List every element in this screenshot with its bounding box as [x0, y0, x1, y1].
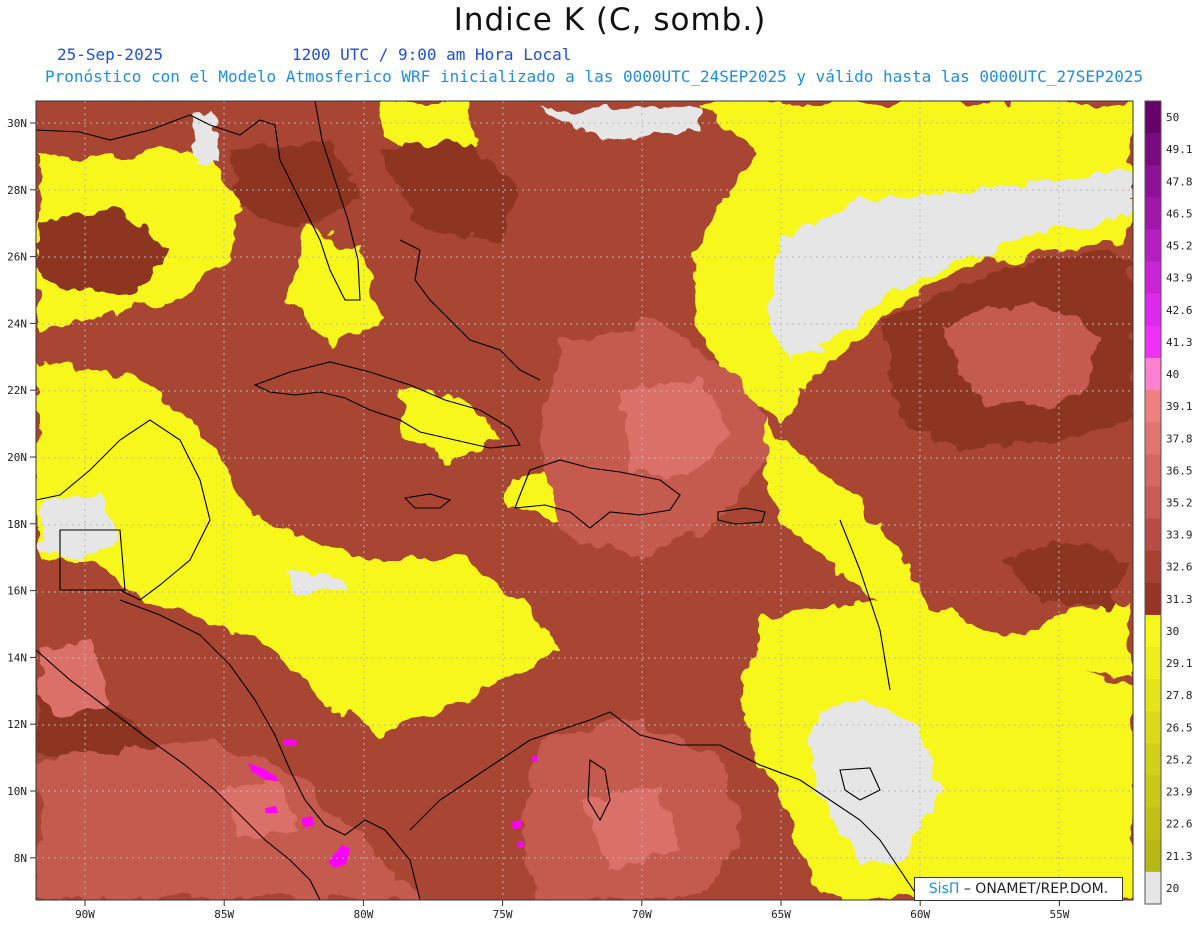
colorbar-label: 49.1	[1166, 143, 1193, 156]
colorbar-label: 45.2	[1166, 240, 1193, 253]
lon-tick-label: 60W	[910, 908, 930, 921]
colorbar-label: 47.8	[1166, 175, 1193, 188]
colorbar-segment	[1145, 133, 1161, 166]
credit-box: SisΠ – ONAMET/REP.DOM.	[914, 877, 1123, 901]
colorbar-label: 25.2	[1166, 753, 1193, 766]
lat-tick-label: 14N	[7, 651, 27, 664]
magenta-spot-7	[518, 841, 524, 847]
colorbar-segment	[1145, 357, 1161, 391]
lat-tick-label: 30N	[7, 117, 27, 130]
colorbar-segment	[1145, 229, 1161, 263]
colorbar-segment	[1145, 582, 1161, 616]
colorbar-label: 46.5	[1166, 207, 1193, 220]
lat-tick-label: 28N	[7, 184, 27, 197]
lon-tick-label: 75W	[493, 908, 513, 921]
colorbar-label: 43.9	[1166, 272, 1193, 285]
colorbar-label: 33.9	[1166, 529, 1193, 542]
lat-tick-label: 20N	[7, 451, 27, 464]
colorbar-segment	[1145, 454, 1161, 487]
lon-tick-label: 80W	[353, 908, 373, 921]
lon-tick-label: 55W	[1049, 908, 1069, 921]
colorbar-segment	[1145, 839, 1161, 873]
colorbar-segment	[1145, 518, 1161, 552]
colorbar-label: 37.8	[1166, 432, 1193, 445]
colorbar-segment	[1145, 807, 1161, 841]
colorbar-label: 35.2	[1166, 497, 1193, 510]
colorbar-label: 32.6	[1166, 561, 1193, 574]
magenta-spot-2	[283, 739, 297, 746]
lon-tick-label: 65W	[771, 908, 791, 921]
credit-text: – ONAMET/REP.DOM.	[963, 881, 1109, 897]
colorbar-label: 26.5	[1166, 721, 1193, 734]
colorbar-label: 23.9	[1166, 786, 1193, 799]
magenta-spot-4	[302, 816, 314, 827]
colorbar-segment	[1145, 743, 1161, 777]
lon-axis: 90W 85W 80W 75W 70W 65W 60W 55W	[75, 900, 1070, 921]
colorbar-segment	[1145, 101, 1161, 134]
colorbar-segment	[1145, 325, 1161, 359]
lat-axis: 30N 28N 26N 24N 22N 20N 18N 16N 14N 12N 10N 8N	[7, 117, 36, 865]
colorbar-label: 42.6	[1166, 304, 1193, 317]
colorbar-segment	[1145, 293, 1161, 327]
lat-tick-label: 12N	[7, 718, 27, 731]
lat-tick-label: 26N	[7, 251, 27, 264]
colorbar-segment	[1145, 390, 1161, 423]
colorbar-segment	[1145, 197, 1161, 230]
colorbar: 50 49.1 47.8 46.5 45.2 43.9 42.6 41.3 40 39.1 37.8…	[1144, 100, 1193, 905]
lat-tick-label: 18N	[7, 518, 27, 531]
lon-tick-label: 85W	[214, 908, 234, 921]
colorbar-label: 30	[1166, 625, 1179, 638]
colorbar-segment	[1145, 679, 1161, 712]
colorbar-label: 29.1	[1166, 657, 1193, 670]
lat-tick-label: 10N	[7, 785, 27, 798]
colorbar-label: 50	[1166, 111, 1179, 124]
missing-region-gulf-nw	[190, 110, 220, 165]
lon-tick-label: 70W	[632, 908, 652, 921]
colorbar-label: 31.3	[1166, 593, 1193, 606]
colorbar-segment	[1145, 775, 1161, 809]
colorbar-label: 40	[1166, 368, 1179, 381]
colorbar-segment	[1145, 550, 1161, 584]
colorbar-segment	[1145, 165, 1161, 198]
colorbar-segment	[1145, 614, 1161, 648]
colorbar-label: 41.3	[1166, 336, 1193, 349]
colorbar-segment	[1145, 711, 1161, 744]
colorbar-label: 21.3	[1166, 850, 1193, 863]
colorbar-segment	[1145, 871, 1161, 905]
lat-tick-label: 22N	[7, 384, 27, 397]
colorbar-label: 27.8	[1166, 689, 1193, 702]
field-layer	[36, 101, 1133, 900]
colorbar-label: 36.5	[1166, 464, 1193, 477]
lat-tick-label: 8N	[14, 852, 27, 865]
colorbar-label: 39.1	[1166, 400, 1193, 413]
sispi-logo: SisΠ	[928, 881, 960, 897]
colorbar-segment	[1145, 422, 1161, 455]
colorbar-segment	[1145, 486, 1161, 520]
lat-tick-label: 24N	[7, 317, 27, 330]
lon-tick-label: 90W	[75, 908, 95, 921]
colorbar-segment	[1145, 261, 1161, 295]
colorbar-label: 20	[1166, 882, 1179, 895]
colorbar-segment	[1145, 647, 1161, 680]
k-index-map: 30N 28N 26N 24N 22N 20N 18N 16N 14N 12N 10N 8N 90W 8…	[7, 100, 1193, 921]
lat-tick-label: 16N	[7, 585, 27, 598]
colorbar-label: 22.6	[1166, 818, 1193, 831]
